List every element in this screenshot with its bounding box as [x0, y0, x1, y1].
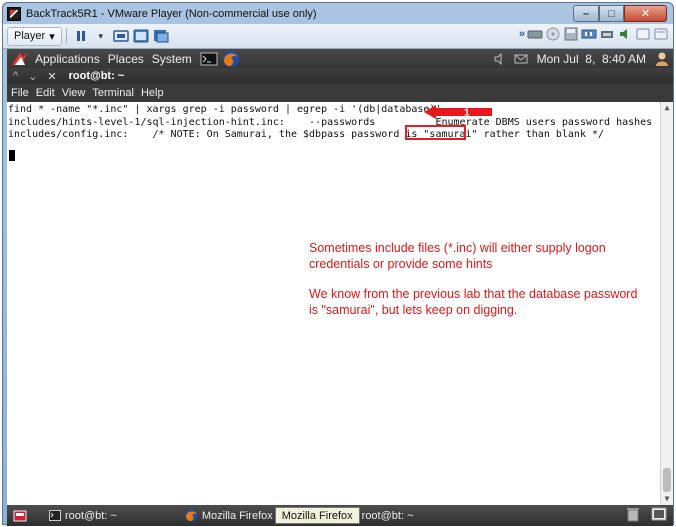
menu-file[interactable]: File: [11, 87, 29, 99]
mail-icon[interactable]: [514, 53, 528, 65]
shared-folders-icon[interactable]: [653, 27, 669, 41]
pause-button[interactable]: [72, 27, 90, 45]
close-icon: ✕: [640, 8, 651, 20]
menu-terminal[interactable]: Terminal: [92, 87, 134, 99]
unity-icon: [153, 30, 169, 43]
terminal-output[interactable]: find * -name "*.inc" | xargs grep -i pas…: [7, 102, 673, 505]
panel-tray: Mon Jul 8, 8:40 AM: [493, 49, 669, 68]
callout-number: 1: [464, 108, 470, 119]
vmware-player-window: BackTrack5R1 - VMware Player (Non-commer…: [2, 2, 674, 526]
taskbar-item-terminal-2[interactable]: root@bt: ~: [356, 507, 420, 524]
user-icon[interactable]: [655, 51, 669, 67]
usb-device-icon[interactable]: [599, 27, 615, 41]
unity-button[interactable]: [152, 27, 170, 45]
instruction-annotation: Sometimes include files (*.inc) will eit…: [309, 241, 639, 333]
annotation-paragraph: We know from the previous lab that the d…: [309, 287, 638, 317]
taskbar-item-label: Mozilla Firefox: [201, 509, 273, 522]
terminal-title: root@bt: ~: [68, 70, 125, 82]
scrollbar-thumb[interactable]: [663, 468, 671, 492]
terminal-icon: [49, 510, 61, 521]
cd-rom-icon[interactable]: [545, 27, 561, 41]
message-log-icon[interactable]: [635, 27, 651, 41]
places-menu[interactable]: Places: [108, 52, 144, 66]
double-chevron-right-icon[interactable]: »: [519, 28, 525, 40]
terminal-line: includes/config.inc: /* NOTE: On Samurai…: [8, 129, 605, 140]
floppy-icon[interactable]: [563, 27, 579, 41]
vm-window-title: BackTrack5R1 - VMware Player (Non-commer…: [26, 7, 317, 20]
close-icon[interactable]: ✕: [47, 70, 56, 83]
maximize-button[interactable]: □: [599, 5, 624, 22]
firefox-icon: [185, 509, 198, 522]
network-adapter-icon[interactable]: [581, 27, 597, 41]
backtrack-logo-icon[interactable]: [11, 51, 29, 67]
taskbar-item-label: root@bt: ~: [65, 509, 117, 522]
taskbar-item-label: root@bt: ~: [361, 509, 414, 522]
system-menu[interactable]: System: [152, 52, 192, 66]
window-controls: – □ ✕: [573, 5, 667, 22]
player-menu-label: Player: [14, 30, 46, 42]
volume-icon[interactable]: [493, 52, 505, 65]
fullscreen-button[interactable]: [132, 27, 150, 45]
applications-menu[interactable]: Applications: [35, 52, 100, 66]
pause-dropdown-button[interactable]: ▾: [92, 27, 110, 45]
terminal-line: includes/hints-level-1/sql-injection-hin…: [8, 117, 653, 128]
taskbar-item-firefox[interactable]: Mozilla Firefox: [179, 507, 279, 524]
terminal-line: find * -name "*.inc" | xargs grep -i pas…: [8, 104, 442, 115]
terminal-launcher-icon[interactable]: [200, 52, 218, 66]
terminal-titlebar: ^ ⌄ ✕ root@bt: ~: [7, 68, 673, 84]
chevron-down-icon: ▾: [98, 30, 103, 41]
workspace-switcher-icon[interactable]: [651, 507, 667, 521]
terminal-cursor: [9, 150, 15, 161]
terminal-scrollbar[interactable]: ▲ ▼: [660, 102, 673, 505]
chevron-down-icon: ▾: [49, 30, 55, 43]
taskbar-tooltip: Mozilla Firefox: [274, 507, 360, 524]
panel-clock[interactable]: Mon Jul 8, 8:40 AM: [537, 52, 646, 66]
vm-toolbar: Player ▾ ▾ »: [3, 24, 673, 49]
vm-titlebar: BackTrack5R1 - VMware Player (Non-commer…: [3, 3, 673, 24]
trash-icon[interactable]: [625, 507, 641, 522]
fullscreen-icon: [133, 29, 149, 43]
gnome-top-panel: Applications Places System Mon Jul 8, 8:…: [7, 49, 673, 68]
maximize-icon: □: [608, 7, 615, 20]
show-desktop-icon[interactable]: [13, 509, 27, 523]
chevron-down-icon[interactable]: ⌄: [28, 70, 37, 83]
callout-arrow: 1: [424, 105, 492, 119]
minimize-button[interactable]: –: [573, 5, 599, 22]
device-status-icons: »: [519, 27, 669, 41]
taskbar-tray: [625, 507, 667, 522]
bottom-taskbar: root@bt: ~ Mozilla Firefox Mozilla Firef…: [7, 505, 673, 526]
guest-screen[interactable]: Applications Places System Mon Jul 8, 8:…: [7, 49, 673, 526]
firefox-launcher-icon[interactable]: [222, 50, 240, 68]
ctrl-alt-del-icon: [112, 30, 129, 42]
send-ctrl-alt-del-button[interactable]: [112, 27, 130, 45]
close-button[interactable]: ✕: [624, 5, 667, 22]
taskbar-item-terminal[interactable]: root@bt: ~: [43, 507, 123, 524]
terminal-window: ^ ⌄ ✕ root@bt: ~ File Edit View Terminal…: [7, 68, 673, 505]
pause-icon: [76, 31, 85, 41]
annotation-paragraph: Sometimes include files (*.inc) will eit…: [309, 241, 606, 271]
toolbar-divider: [65, 28, 67, 44]
menu-help[interactable]: Help: [141, 87, 164, 99]
scroll-up-icon[interactable]: ▲: [661, 102, 673, 114]
scroll-down-icon[interactable]: ▼: [661, 493, 673, 505]
menu-view[interactable]: View: [62, 87, 86, 99]
vmware-app-icon: [7, 6, 21, 21]
tooltip-label: Mozilla Firefox: [281, 509, 353, 522]
player-menu-button[interactable]: Player ▾: [7, 26, 62, 46]
password-highlight-box: [405, 125, 466, 140]
collapse-icon[interactable]: ^: [13, 70, 18, 82]
menu-edit[interactable]: Edit: [36, 87, 55, 99]
sound-card-icon[interactable]: [617, 27, 633, 41]
terminal-menubar: File Edit View Terminal Help: [7, 84, 673, 102]
minimize-icon: –: [582, 7, 590, 20]
hard-disk-icon[interactable]: [527, 27, 543, 41]
